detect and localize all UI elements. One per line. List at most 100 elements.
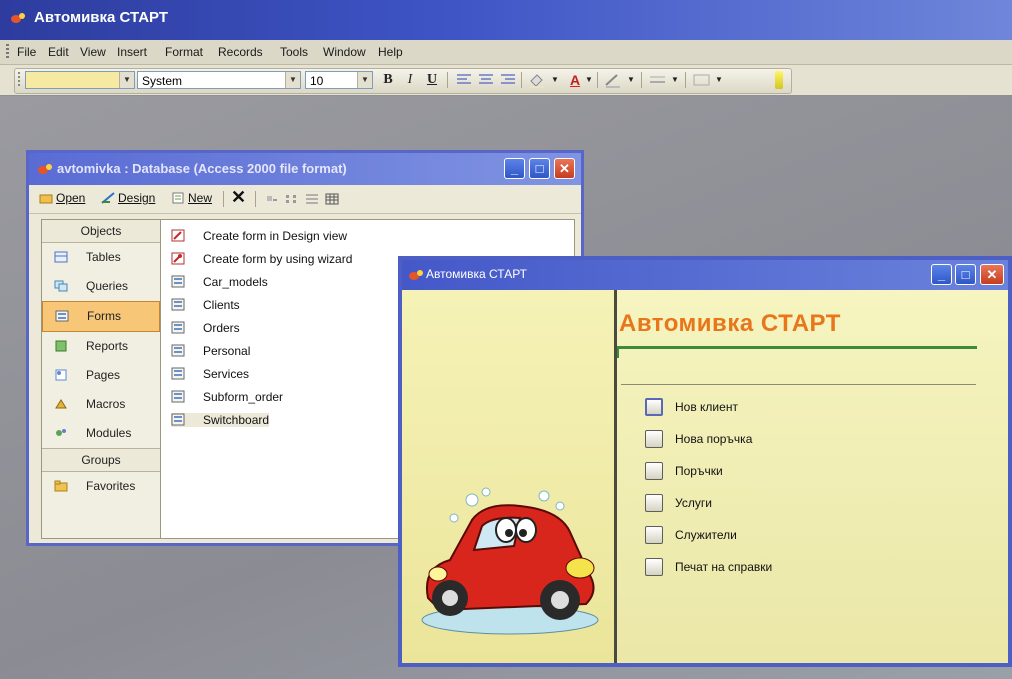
chevron-down-icon[interactable]: ▼: [585, 71, 593, 89]
chevron-down-icon[interactable]: ▼: [627, 71, 635, 89]
option-button[interactable]: [645, 526, 663, 544]
menu-insert[interactable]: Insert: [117, 45, 147, 59]
option-label: Служители: [675, 528, 737, 542]
object-tables[interactable]: Tables: [42, 243, 160, 272]
option-button[interactable]: [645, 430, 663, 448]
menu-help[interactable]: Help: [378, 45, 403, 59]
design-button[interactable]: Design: [101, 191, 155, 205]
form-icon: [171, 321, 185, 334]
create-form-design-icon: [171, 229, 185, 242]
option-button[interactable]: [645, 558, 663, 576]
object-label: Macros: [86, 397, 126, 411]
line-width-icon[interactable]: [647, 71, 669, 89]
object-pages[interactable]: Pages: [42, 361, 160, 390]
minimize-button[interactable]: _: [504, 158, 525, 179]
line-color-icon[interactable]: [603, 71, 625, 89]
special-effect-icon[interactable]: [691, 71, 713, 89]
close-button[interactable]: ✕: [554, 158, 575, 179]
banner-divider: [617, 348, 619, 358]
chevron-down-icon[interactable]: ▼: [119, 72, 134, 88]
database-window-title: avtomivka : Database (Access 2000 file f…: [57, 161, 347, 176]
option-button[interactable]: [645, 462, 663, 480]
list-view-icon[interactable]: [305, 193, 319, 205]
fill-color-icon[interactable]: [527, 71, 549, 89]
small-icons-icon[interactable]: [285, 193, 299, 205]
list-item-form[interactable]: Orders: [171, 318, 240, 338]
list-item-form-selected[interactable]: Switchboard: [171, 410, 270, 430]
list-item-form[interactable]: Personal: [171, 341, 250, 361]
menu-records[interactable]: Records: [218, 45, 263, 59]
maximize-button[interactable]: □: [955, 264, 976, 285]
menu-format[interactable]: Format: [165, 45, 203, 59]
chevron-down-icon[interactable]: ▼: [551, 71, 559, 89]
large-icons-icon[interactable]: [265, 193, 279, 205]
option-button[interactable]: [645, 398, 663, 416]
object-label: Pages: [86, 368, 121, 382]
design-label: Design: [118, 191, 156, 205]
toolbar-grip[interactable]: [18, 72, 20, 88]
groups-header[interactable]: Groups: [42, 448, 160, 472]
font-color-button[interactable]: A: [567, 71, 583, 89]
minimize-button[interactable]: _: [931, 264, 952, 285]
menu-window[interactable]: Window: [323, 45, 366, 59]
list-item-form[interactable]: Clients: [171, 295, 240, 315]
objects-header[interactable]: Objects: [42, 220, 160, 243]
app-title: Автомивка СТАРТ: [34, 9, 169, 26]
font-combo[interactable]: System ▼: [137, 71, 301, 89]
list-item-create-design[interactable]: Create form in Design view: [171, 226, 347, 246]
database-window-title-bar[interactable]: avtomivka : Database (Access 2000 file f…: [29, 153, 581, 185]
list-item-label: Create form in Design view: [203, 229, 348, 243]
menu-view[interactable]: View: [80, 45, 106, 59]
object-label: Reports: [86, 339, 129, 353]
italic-button[interactable]: I: [401, 71, 419, 89]
list-item-form[interactable]: Services: [171, 364, 249, 384]
option-label: Нова поръчка: [675, 432, 753, 446]
list-item-form[interactable]: Subform_order: [171, 387, 283, 407]
toolbar-separator: [223, 191, 224, 207]
chevron-down-icon[interactable]: ▼: [671, 71, 679, 89]
list-item-label: Car_models: [203, 275, 268, 289]
formatting-toolbar: ▼ System ▼ 10 ▼ B I U ▼ A ▼ ▼ ▼ ▼: [0, 65, 1012, 95]
object-macros[interactable]: Macros: [42, 390, 160, 419]
list-item-create-wizard[interactable]: Create form by using wizard: [171, 249, 352, 269]
option-button[interactable]: [645, 494, 663, 512]
menu-file[interactable]: File: [17, 45, 36, 59]
menu-grip[interactable]: [6, 44, 9, 60]
bold-button[interactable]: B: [379, 71, 397, 89]
switchboard-menu-panel: Автомивка СТАРТ Нов клиент Нова поръчка …: [617, 290, 1008, 663]
object-combo[interactable]: ▼: [25, 71, 135, 89]
underline-button[interactable]: U: [423, 71, 441, 89]
toolbar-options-icon[interactable]: [775, 71, 783, 89]
object-reports[interactable]: Reports: [42, 332, 160, 361]
font-size-value: 10: [310, 74, 324, 88]
query-icon: [54, 280, 68, 292]
toolbar-separator: [447, 72, 448, 88]
form-icon: [171, 344, 185, 357]
chevron-down-icon[interactable]: ▼: [357, 72, 372, 88]
close-button[interactable]: ✕: [980, 264, 1004, 285]
open-button[interactable]: Open: [39, 191, 85, 205]
menu-tools[interactable]: Tools: [280, 45, 308, 59]
list-item-form[interactable]: Car_models: [171, 272, 268, 292]
new-button[interactable]: New: [171, 191, 212, 205]
align-left-icon[interactable]: [455, 71, 473, 89]
chevron-down-icon[interactable]: ▼: [285, 72, 300, 88]
app-logo-icon: [11, 13, 25, 23]
chevron-down-icon[interactable]: ▼: [715, 71, 723, 89]
toolbar-separator: [641, 72, 642, 88]
object-queries[interactable]: Queries: [42, 272, 160, 301]
maximize-button[interactable]: □: [529, 158, 550, 179]
switchboard-title-bar[interactable]: Автомивка СТАРТ _ □ ✕: [402, 260, 1008, 290]
align-center-icon[interactable]: [477, 71, 495, 89]
group-favorites[interactable]: Favorites: [42, 472, 160, 501]
app-title-bar[interactable]: Автомивка СТАРТ: [0, 0, 1012, 40]
delete-button[interactable]: ✕: [231, 187, 246, 208]
font-size-combo[interactable]: 10 ▼: [305, 71, 373, 89]
object-modules[interactable]: Modules: [42, 419, 160, 448]
font-combo-value: System: [142, 74, 183, 88]
details-view-icon[interactable]: [325, 193, 339, 205]
menu-edit[interactable]: Edit: [48, 45, 69, 59]
align-right-icon[interactable]: [499, 71, 517, 89]
object-forms[interactable]: Forms: [42, 301, 160, 332]
form-icon: [171, 390, 185, 403]
